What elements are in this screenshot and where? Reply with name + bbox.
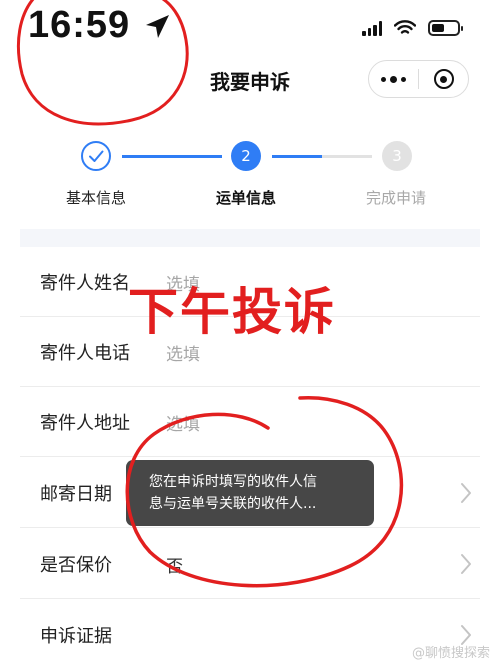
step-3-circle: 3 bbox=[382, 141, 412, 171]
target-icon bbox=[433, 69, 454, 89]
row-label: 申诉证据 bbox=[40, 626, 112, 647]
sender-address-input[interactable]: 选填 bbox=[166, 410, 200, 435]
check-icon bbox=[89, 150, 104, 162]
step-connector-2-pending bbox=[322, 155, 372, 158]
row-label: 邮寄日期 bbox=[40, 484, 112, 505]
more-dots-icon bbox=[381, 75, 406, 83]
toast-line-2: 息与运单号关联的收件人... bbox=[149, 496, 317, 512]
chevron-right-icon bbox=[461, 554, 471, 574]
step-1-check bbox=[81, 141, 111, 171]
sender-address-row[interactable]: 寄件人地址 选填 bbox=[20, 387, 480, 457]
signal-icon bbox=[362, 20, 382, 36]
row-label: 寄件人姓名 bbox=[40, 273, 130, 294]
more-button[interactable] bbox=[369, 61, 418, 97]
section-divider bbox=[20, 229, 480, 247]
status-time: 16:59 bbox=[28, 4, 131, 46]
insured-value[interactable]: 否 bbox=[166, 552, 183, 577]
step-label-complete: 完成申请 bbox=[365, 189, 426, 207]
step-label-basic-info: 基本信息 bbox=[65, 189, 126, 207]
toast-message: 您在申诉时填写的收件人信 息与运单号关联的收件人... bbox=[126, 460, 374, 526]
credit-watermark: @聊愤搜探索 bbox=[411, 646, 490, 661]
step-2-circle: 2 bbox=[231, 141, 261, 171]
close-program-button[interactable] bbox=[419, 61, 468, 97]
location-arrow-icon bbox=[146, 15, 169, 38]
row-label: 寄件人电话 bbox=[40, 343, 130, 364]
step-connector-2-done bbox=[272, 155, 322, 158]
wifi-icon bbox=[394, 20, 416, 34]
status-icons bbox=[362, 20, 463, 36]
step-label-waybill-info: 运单信息 bbox=[215, 189, 276, 207]
step-connector-1 bbox=[122, 155, 222, 158]
chevron-right-icon bbox=[461, 483, 471, 503]
row-label: 是否保价 bbox=[40, 555, 112, 576]
insured-row[interactable]: 是否保价 否 bbox=[20, 529, 480, 599]
annotation-text: 下午投诉 bbox=[128, 283, 336, 341]
toast-line-1: 您在申诉时填写的收件人信 bbox=[149, 474, 317, 490]
mini-program-capsule bbox=[368, 60, 469, 98]
row-label: 寄件人地址 bbox=[40, 413, 130, 434]
battery-icon bbox=[428, 20, 463, 36]
